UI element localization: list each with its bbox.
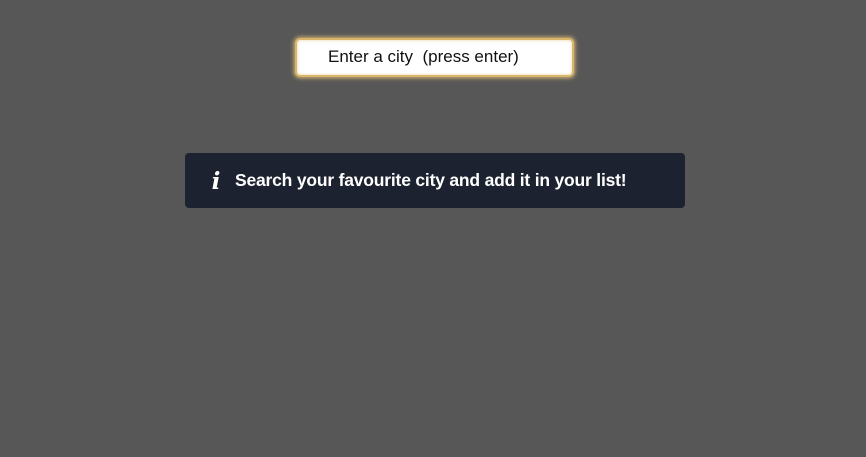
info-banner: i Search your favourite city and add it … xyxy=(185,153,685,208)
city-search-input[interactable] xyxy=(297,40,572,75)
info-icon: i xyxy=(211,167,221,195)
info-banner-message: Search your favourite city and add it in… xyxy=(235,170,627,190)
city-search-container xyxy=(295,38,574,77)
page: i Search your favourite city and add it … xyxy=(0,0,866,457)
